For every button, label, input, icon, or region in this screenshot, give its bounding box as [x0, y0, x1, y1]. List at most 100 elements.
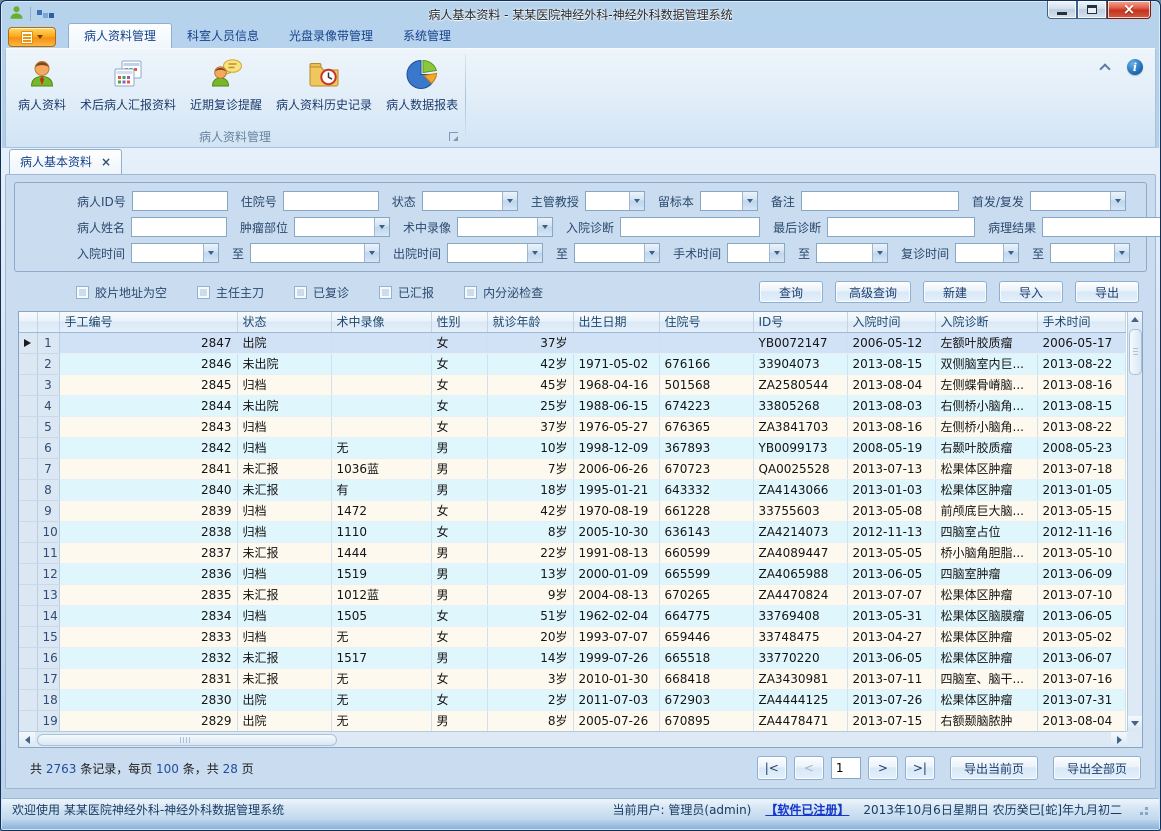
- table-cell[interactable]: ZA4065988: [753, 563, 847, 584]
- minimize-button[interactable]: [1047, 1, 1077, 19]
- table-cell[interactable]: 2013-01-03: [847, 479, 935, 500]
- table-cell[interactable]: 四脑室肿瘤: [935, 563, 1037, 584]
- table-cell[interactable]: 1962-02-04: [573, 605, 659, 626]
- table-cell[interactable]: 出院: [237, 332, 331, 353]
- checkbox-item-1[interactable]: 胶片地址为空: [76, 284, 167, 301]
- table-cell[interactable]: 女: [431, 668, 487, 689]
- table-cell[interactable]: 664775: [659, 605, 753, 626]
- table-cell[interactable]: 2013-08-16: [847, 416, 935, 437]
- filter-input-r2-4[interactable]: [620, 217, 760, 237]
- table-cell[interactable]: 2013-05-10: [1037, 542, 1125, 563]
- table-cell[interactable]: 松果体区肿瘤: [935, 647, 1037, 668]
- table-cell[interactable]: 松果体区肿瘤: [935, 584, 1037, 605]
- table-cell[interactable]: 男: [431, 479, 487, 500]
- app-logo-icon[interactable]: [9, 5, 24, 23]
- table-cell[interactable]: 女: [431, 500, 487, 521]
- table-cell[interactable]: 1110: [331, 521, 431, 542]
- table-row[interactable]: 152833归档无女20岁1993-07-0765944633748475201…: [19, 626, 1125, 647]
- scroll-left-icon[interactable]: [19, 732, 35, 747]
- table-cell[interactable]: 2013-08-15: [1037, 395, 1125, 416]
- table-cell[interactable]: 左额叶胶质瘤: [935, 332, 1037, 353]
- table-cell[interactable]: ZA4444125: [753, 689, 847, 710]
- dropdown-arrow-icon[interactable]: [872, 244, 887, 262]
- table-cell[interactable]: 松果体区肿瘤: [935, 689, 1037, 710]
- table-cell[interactable]: 668418: [659, 668, 753, 689]
- table-cell[interactable]: 33805268: [753, 395, 847, 416]
- dropdown-arrow-icon[interactable]: [1110, 192, 1125, 210]
- table-cell[interactable]: 2013-05-15: [1037, 500, 1125, 521]
- table-cell[interactable]: 2011-07-03: [573, 689, 659, 710]
- ribbon-button-4[interactable]: 病人资料历史记录: [269, 55, 379, 115]
- table-cell[interactable]: ZA4214073: [753, 521, 847, 542]
- table-cell[interactable]: 1976-05-27: [573, 416, 659, 437]
- filter-combo-r2-2[interactable]: [294, 217, 390, 237]
- table-row[interactable]: 72841未汇报1036蓝男7岁2006-06-26670723QA002552…: [19, 458, 1125, 479]
- table-cell[interactable]: 2013-05-02: [1037, 626, 1125, 647]
- table-cell[interactable]: 2013-06-05: [1037, 605, 1125, 626]
- page-number-input[interactable]: [831, 757, 861, 779]
- table-cell[interactable]: 1970-08-19: [573, 500, 659, 521]
- table-cell[interactable]: 665518: [659, 647, 753, 668]
- table-cell[interactable]: YB0072147: [753, 332, 847, 353]
- table-cell[interactable]: 归档: [237, 605, 331, 626]
- table-cell[interactable]: 左侧蝶骨嵴脑...: [935, 374, 1037, 395]
- checkbox[interactable]: [379, 286, 392, 299]
- last-page-button[interactable]: >|: [905, 756, 935, 780]
- import-button[interactable]: 导入: [999, 281, 1063, 303]
- table-cell[interactable]: 2008-05-23: [1037, 437, 1125, 458]
- filter-combo-r3-1[interactable]: [131, 243, 219, 263]
- dropdown-arrow-icon[interactable]: [527, 244, 542, 262]
- scroll-right-icon[interactable]: [1111, 732, 1127, 747]
- table-cell[interactable]: 2013-07-07: [847, 584, 935, 605]
- table-cell[interactable]: 2006-06-26: [573, 458, 659, 479]
- table-cell[interactable]: 2845: [59, 374, 237, 395]
- table-cell[interactable]: 501568: [659, 374, 753, 395]
- table-cell[interactable]: 四脑室占位: [935, 521, 1037, 542]
- table-cell[interactable]: 2841: [59, 458, 237, 479]
- table-cell[interactable]: ZA2580544: [753, 374, 847, 395]
- table-cell[interactable]: 672903: [659, 689, 753, 710]
- table-cell[interactable]: 松果体区肿瘤: [935, 479, 1037, 500]
- table-cell[interactable]: 2013-07-10: [1037, 584, 1125, 605]
- table-cell[interactable]: 670723: [659, 458, 753, 479]
- table-cell[interactable]: 2004-08-13: [573, 584, 659, 605]
- table-cell[interactable]: 14岁: [487, 647, 573, 668]
- table-cell[interactable]: 未汇报: [237, 458, 331, 479]
- table-cell[interactable]: 2013-08-04: [1037, 710, 1125, 731]
- column-header[interactable]: 出生日期: [573, 312, 659, 332]
- table-cell[interactable]: 2013-08-16: [1037, 374, 1125, 395]
- table-cell[interactable]: 2013-04-27: [847, 626, 935, 647]
- table-cell[interactable]: 未出院: [237, 353, 331, 374]
- table-cell[interactable]: ZA4089447: [753, 542, 847, 563]
- table-row[interactable]: 162832未汇报1517男14岁1999-07-266655183377022…: [19, 647, 1125, 668]
- column-header[interactable]: ID号: [753, 312, 847, 332]
- table-cell[interactable]: 367893: [659, 437, 753, 458]
- table-cell[interactable]: ZA4143066: [753, 479, 847, 500]
- close-button[interactable]: [1107, 1, 1151, 19]
- table-cell[interactable]: 2833: [59, 626, 237, 647]
- table-cell[interactable]: 男: [431, 584, 487, 605]
- table-cell[interactable]: 双侧脑室内巨...: [935, 353, 1037, 374]
- table-cell[interactable]: 1991-08-13: [573, 542, 659, 563]
- table-cell[interactable]: 2013-06-05: [847, 647, 935, 668]
- table-cell[interactable]: 女: [431, 521, 487, 542]
- table-cell[interactable]: 1999-07-26: [573, 647, 659, 668]
- table-cell[interactable]: 无: [331, 437, 431, 458]
- table-cell[interactable]: 1995-01-21: [573, 479, 659, 500]
- table-cell[interactable]: 2837: [59, 542, 237, 563]
- table-cell[interactable]: 33755603: [753, 500, 847, 521]
- table-cell[interactable]: 2005-07-26: [573, 710, 659, 731]
- table-cell[interactable]: 2829: [59, 710, 237, 731]
- dropdown-arrow-icon[interactable]: [769, 244, 784, 262]
- table-cell[interactable]: 2013-01-05: [1037, 479, 1125, 500]
- filter-combo-r1-3[interactable]: [422, 191, 518, 211]
- table-cell[interactable]: 2012-11-16: [1037, 521, 1125, 542]
- table-cell[interactable]: 男: [431, 563, 487, 584]
- table-cell[interactable]: 女: [431, 689, 487, 710]
- column-header[interactable]: 性别: [431, 312, 487, 332]
- table-cell[interactable]: 643332: [659, 479, 753, 500]
- table-cell[interactable]: 3岁: [487, 668, 573, 689]
- table-row[interactable]: 22846未出院女42岁1971-05-02676166339040732013…: [19, 353, 1125, 374]
- table-cell[interactable]: 男: [431, 458, 487, 479]
- table-cell[interactable]: 2839: [59, 500, 237, 521]
